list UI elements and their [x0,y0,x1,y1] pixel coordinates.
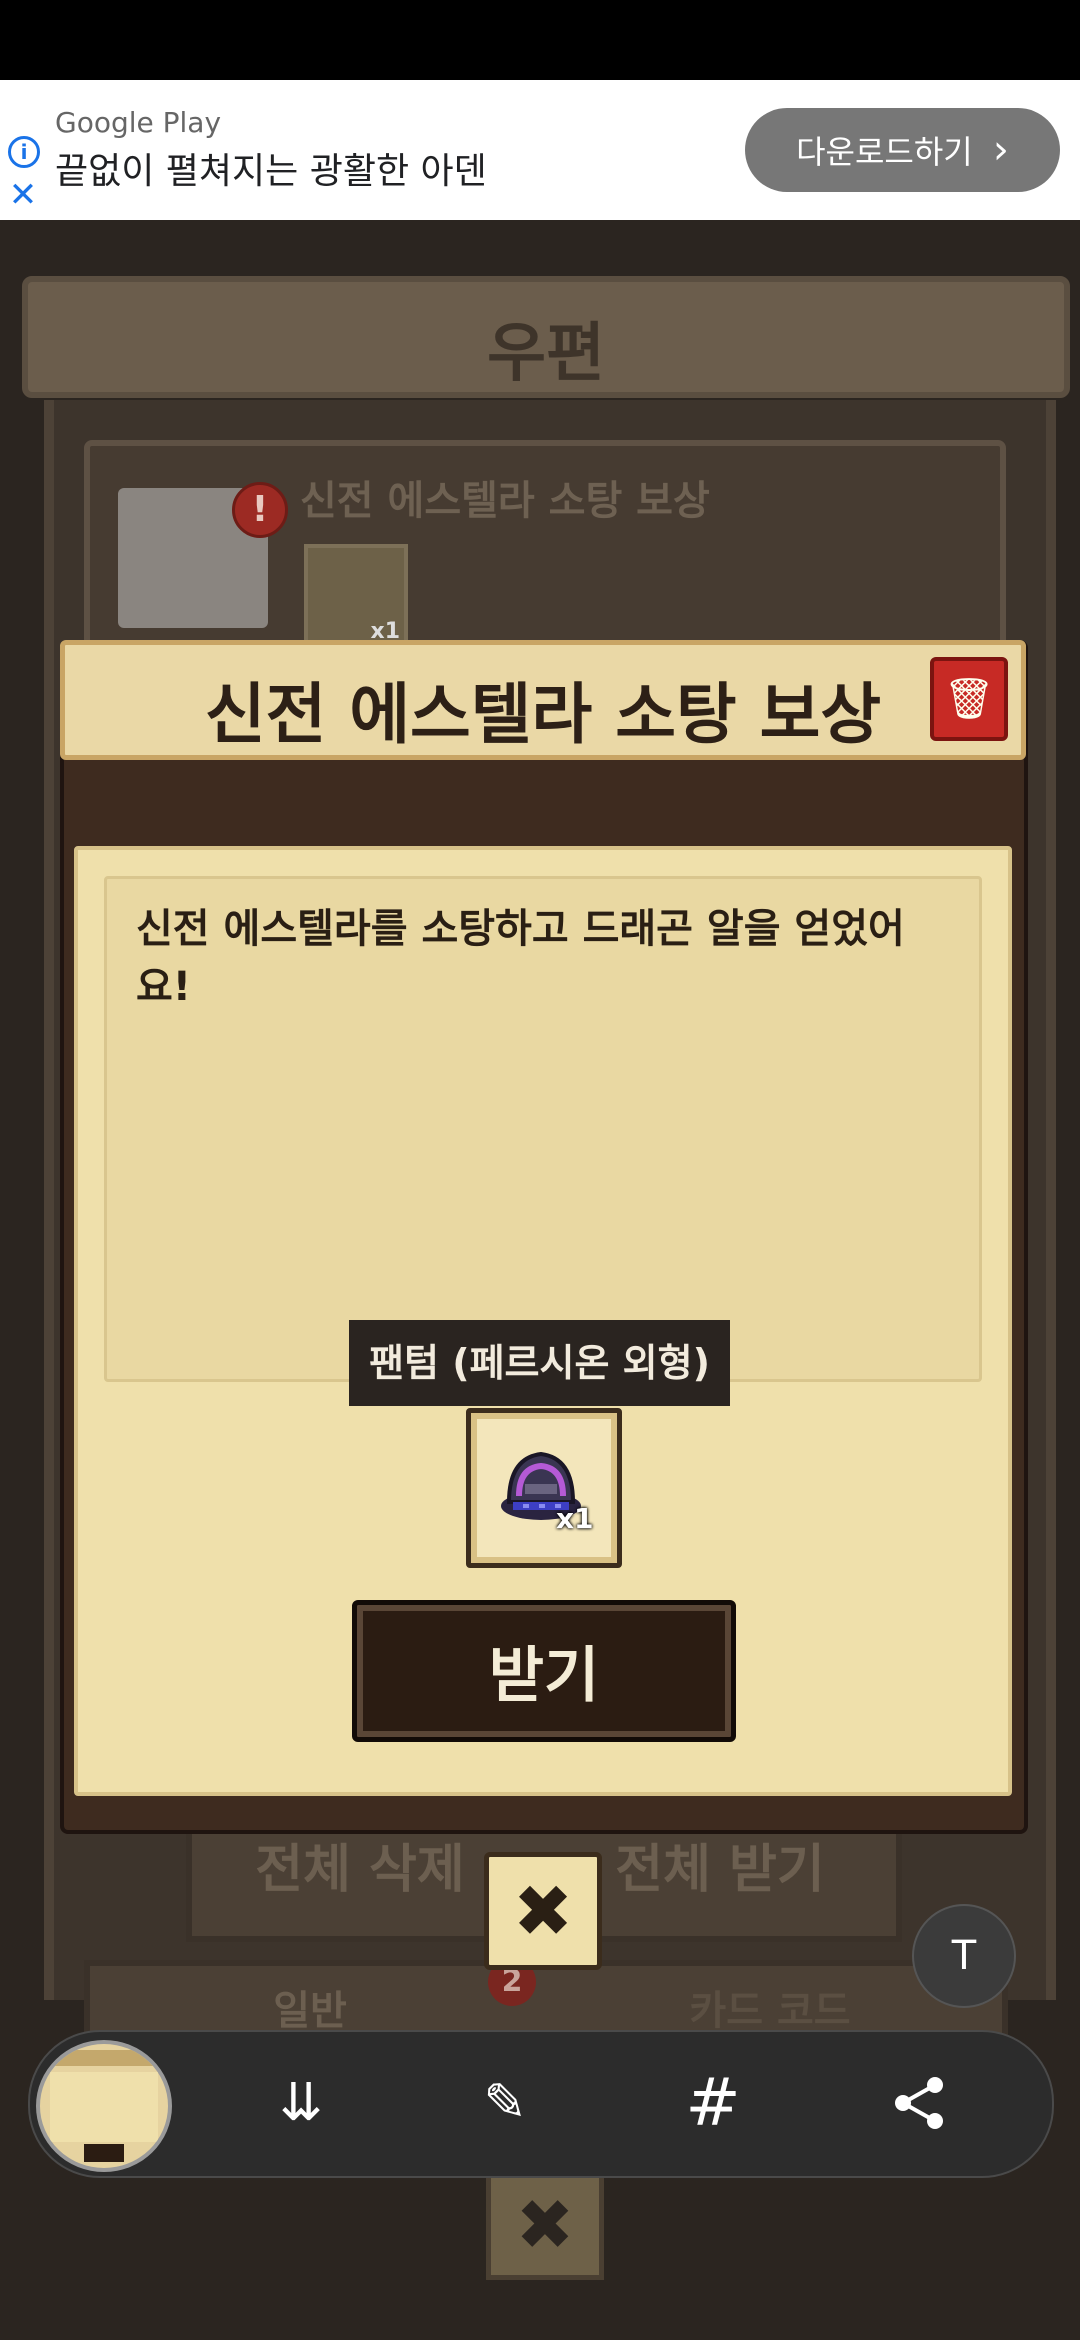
scroll-capture-icon: ⇊ [279,2073,323,2133]
ad-download-label: 다운로드하기 [796,133,973,171]
delete-mail-button[interactable]: 🗑 [930,657,1008,741]
ad-source: Google Play [55,106,222,139]
dialog-close-button[interactable]: ✖ [484,1852,602,1970]
ad-download-button[interactable]: 다운로드하기 › [745,108,1060,192]
hashtag-button[interactable]: # [668,2058,758,2148]
mail-item-reward-thumb: x1 [304,544,408,648]
screenshot-thumbnail[interactable] [36,2040,172,2172]
alert-icon: ! [232,482,288,538]
receive-button-label: 받기 [488,1641,600,1711]
thumbnail-title-bar [40,2050,168,2066]
tab-general[interactable]: 일반 [180,1978,440,2036]
ad-info-icon[interactable]: i [8,136,40,168]
scroll-capture-button[interactable]: ⇊ [256,2058,346,2148]
reward-tooltip: 팬텀 (페르시온 외형) [349,1320,730,1406]
dialog-title-bar: 신전 에스텔라 소탕 보상 [60,640,1026,760]
chevron-right-icon: › [992,127,1009,173]
pencil-icon: ✎ [483,2073,527,2133]
tab-card-code[interactable]: 카드 코드 [640,1978,900,2036]
thumbnail-button [84,2144,124,2162]
text-extract-icon: T [951,1933,977,1979]
delete-all-button[interactable]: 전체 삭제 [200,1830,520,1910]
thumbnail-body [50,2072,158,2142]
mail-item-title: 신전 에스텔라 소탕 보상 [300,478,710,524]
ad-banner[interactable]: i ✕ Google Play 끝없이 펼쳐지는 광활한 아덴 다운로드하기 › [0,80,1080,220]
mailbox-close-button[interactable]: ✖ [486,2170,604,2280]
ad-close-icon[interactable]: ✕ [8,178,38,212]
page-title: 우편 [487,317,605,391]
status-bar [0,0,1080,80]
hashtag-icon: # [685,2064,741,2141]
receive-button[interactable]: 받기 [352,1600,736,1742]
share-button[interactable] [874,2058,964,2148]
text-extract-button[interactable]: T [912,1904,1016,2008]
share-icon [895,2077,943,2129]
ad-headline: 끝없이 펼쳐지는 광활한 아덴 [55,151,487,192]
message-text: 신전 에스텔라를 소탕하고 드래곤 알을 얻었어요! [136,906,905,1010]
dialog-title: 신전 에스텔라 소탕 보상 [204,676,882,753]
receive-all-button[interactable]: 전체 받기 [560,1830,880,1910]
reward-quantity: x1 [556,1502,594,1535]
trash-icon: 🗑 [943,676,995,722]
mailbox-title-bar: 우편 [22,276,1070,398]
crop-draw-button[interactable]: ✎ [460,2058,550,2148]
